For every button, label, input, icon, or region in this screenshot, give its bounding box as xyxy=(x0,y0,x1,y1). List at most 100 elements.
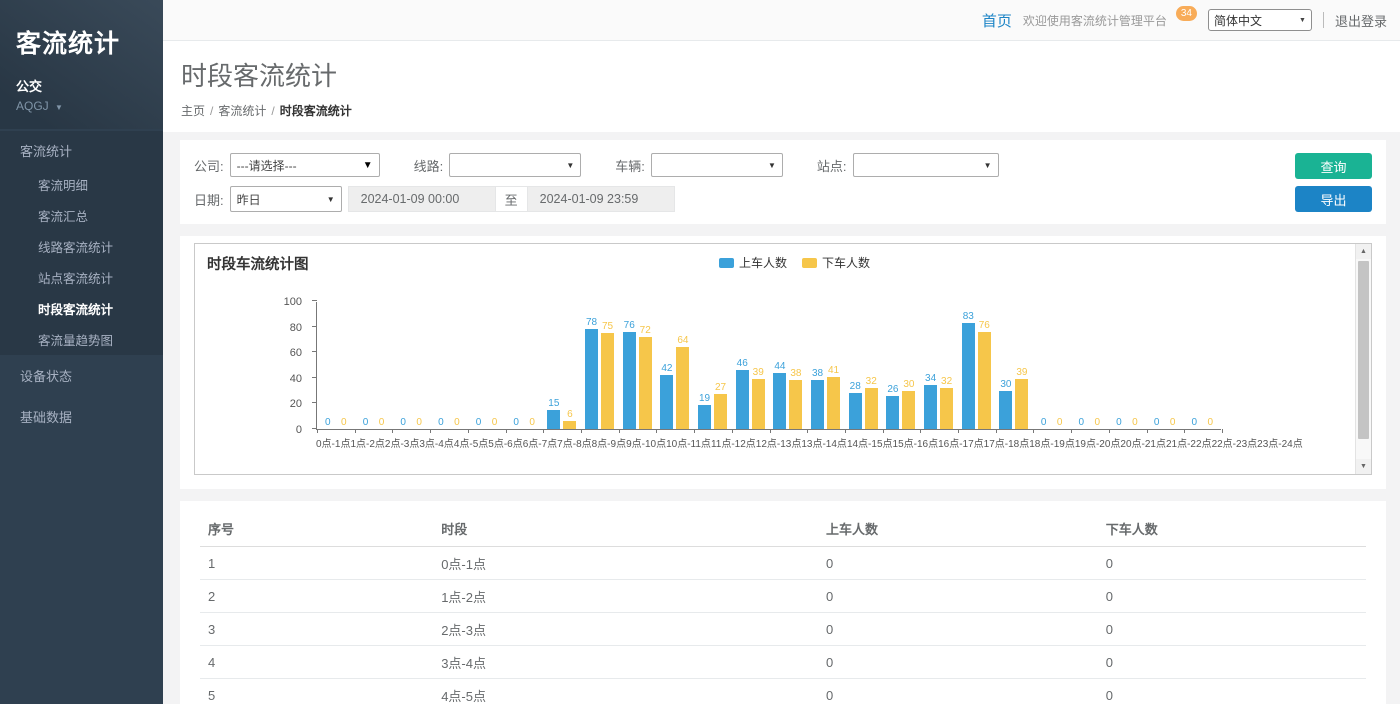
x-axis-tick-label: 22点-23点 xyxy=(1212,435,1258,450)
legend-item[interactable]: 上车人数 xyxy=(719,254,787,271)
sidebar-subitem[interactable]: 客流汇总 xyxy=(0,200,163,231)
app-logo: 客流统计 xyxy=(16,24,147,60)
breadcrumb-item[interactable]: 主页 xyxy=(181,104,205,118)
bar-group: 34 xyxy=(924,373,937,429)
bar-value-label: 64 xyxy=(677,335,688,346)
scrollbar-thumb[interactable] xyxy=(1358,261,1369,439)
bar-group: 0 xyxy=(321,417,334,429)
sidebar-subitem[interactable]: 时段客流统计 xyxy=(0,293,163,324)
x-axis-tick xyxy=(996,429,997,433)
bar-group: 0 xyxy=(375,417,388,429)
bar-value-label: 32 xyxy=(941,376,952,387)
line-select[interactable]: ▼ xyxy=(449,153,581,177)
data-table: 序号时段上车人数下车人数 10点-1点0021点-2点0032点-3点0043点… xyxy=(200,511,1366,704)
bar-value-label: 0 xyxy=(379,417,385,428)
bar-value-label: 15 xyxy=(548,398,559,409)
x-axis-tick-label: 1点-2点 xyxy=(350,435,384,450)
x-axis-label-cell: 0点-1点 xyxy=(316,435,350,450)
bar-value-label: 0 xyxy=(1192,417,1198,428)
station-label: 站点: xyxy=(817,156,847,175)
date-start-input[interactable]: 2024-01-09 00:00 xyxy=(348,186,496,212)
station-select[interactable]: ▼ xyxy=(853,153,999,177)
chart-category-group: 26 30 xyxy=(882,302,920,429)
breadcrumb-item: 时段客流统计 xyxy=(280,104,352,118)
bar xyxy=(714,394,727,429)
chart-category-group: 15 6 xyxy=(543,302,581,429)
home-link[interactable]: 首页 xyxy=(982,10,1012,31)
search-button[interactable]: 查询 xyxy=(1295,153,1372,179)
bar-group: 30 xyxy=(902,379,915,429)
date-end-input[interactable]: 2024-01-09 23:59 xyxy=(527,186,675,212)
x-axis-label-cell: 20点-21点 xyxy=(1120,435,1166,450)
scroll-up-icon[interactable]: ▲ xyxy=(1356,244,1371,259)
x-axis-tick xyxy=(581,429,582,433)
sidebar-subitem[interactable]: 站点客流统计 xyxy=(0,262,163,293)
x-axis-tick-label: 21点-22点 xyxy=(1166,435,1212,450)
table-cell: 0 xyxy=(1098,580,1366,613)
bar-group: 42 xyxy=(660,363,673,429)
x-axis-label-cell: 23点-24点 xyxy=(1257,435,1303,450)
table-cell: 1点-2点 xyxy=(433,580,818,613)
x-axis-label-cell: 2点-3点 xyxy=(385,435,419,450)
sidebar-item[interactable]: 基础数据 xyxy=(0,396,163,437)
x-axis-label-cell: 10点-11点 xyxy=(666,435,711,450)
table-cell: 0 xyxy=(1098,547,1366,580)
chart-category-group: 42 64 xyxy=(656,302,694,429)
sidebar-item-passenger-stats[interactable]: 客流统计 xyxy=(0,131,163,169)
x-axis-tick-label: 20点-21点 xyxy=(1120,435,1166,450)
scroll-down-icon[interactable]: ▼ xyxy=(1356,459,1371,474)
table-cell: 3点-4点 xyxy=(433,646,818,679)
bar-group: 38 xyxy=(811,368,824,429)
breadcrumb-item[interactable]: 客流统计 xyxy=(218,104,266,118)
breadcrumb: 主页/客流统计/时段客流统计 xyxy=(181,102,1400,119)
date-to-label: 至 xyxy=(496,186,527,212)
x-axis-tick xyxy=(1033,429,1034,433)
x-axis-tick-label: 16点-17点 xyxy=(938,435,984,450)
bar xyxy=(924,385,937,429)
filter-row-1: 公司: ---请选择--- ▼ 线路: ▼ 车辆: ▼ 站点: xyxy=(194,153,1372,177)
x-axis-tick xyxy=(845,429,846,433)
bar xyxy=(811,380,824,429)
vehicle-select[interactable]: ▼ xyxy=(651,153,783,177)
date-preset-select[interactable]: 昨日 ▼ xyxy=(230,186,342,212)
bar-value-label: 0 xyxy=(1078,417,1084,428)
table-body: 10点-1点0021点-2点0032点-3点0043点-4点0054点-5点00… xyxy=(200,547,1366,704)
bar-group: 0 xyxy=(1188,417,1201,429)
bar-group: 6 xyxy=(563,409,576,429)
bar-value-label: 26 xyxy=(887,384,898,395)
y-axis-tick xyxy=(312,377,317,378)
chevron-down-icon: ▼ xyxy=(984,161,992,170)
table-cell: 0 xyxy=(818,613,1098,646)
org-code-dropdown[interactable]: AQGJ ▼ xyxy=(16,99,147,113)
chart-category-group: 00 xyxy=(505,302,543,429)
sidebar-logo-block: 客流统计 公交 AQGJ ▼ xyxy=(0,0,163,129)
language-select[interactable]: 简体中文 ▼ xyxy=(1208,9,1312,31)
bar-value-label: 0 xyxy=(476,417,482,428)
sidebar-item[interactable]: 设备状态 xyxy=(0,355,163,396)
bar-value-label: 78 xyxy=(586,317,597,328)
table-row: 10点-1点00 xyxy=(200,547,1366,580)
legend-color-chip xyxy=(719,258,734,268)
date-preset-value: 昨日 xyxy=(237,191,261,208)
chart-category-group: 7672 xyxy=(618,302,656,429)
sidebar-subitem[interactable]: 客流量趋势图 xyxy=(0,324,163,355)
chart-scrollbar: ▲ ▼ xyxy=(1355,244,1371,474)
bar-group: 0 xyxy=(397,417,410,429)
export-button[interactable]: 导出 xyxy=(1295,186,1372,212)
bar-value-label: 0 xyxy=(1154,417,1160,428)
sidebar-subitem[interactable]: 客流明细 xyxy=(0,169,163,200)
bar-value-label: 0 xyxy=(325,417,331,428)
x-axis-label-cell: 3点-4点 xyxy=(419,435,453,450)
table-cell: 2 xyxy=(200,580,433,613)
logout-link[interactable]: 退出登录 xyxy=(1335,11,1387,30)
bar xyxy=(1015,379,1028,429)
sidebar-subitem[interactable]: 线路客流统计 xyxy=(0,231,163,262)
legend-item[interactable]: 下车人数 xyxy=(802,254,870,271)
company-select[interactable]: ---请选择--- ▼ xyxy=(230,153,380,177)
bar-group: 0 xyxy=(1204,417,1217,429)
date-label: 日期: xyxy=(194,190,224,209)
bar-value-label: 42 xyxy=(661,363,672,374)
bar-group: 0 xyxy=(413,417,426,429)
bar-group: 0 xyxy=(472,417,485,429)
notification-badge[interactable]: 34 xyxy=(1176,6,1197,21)
